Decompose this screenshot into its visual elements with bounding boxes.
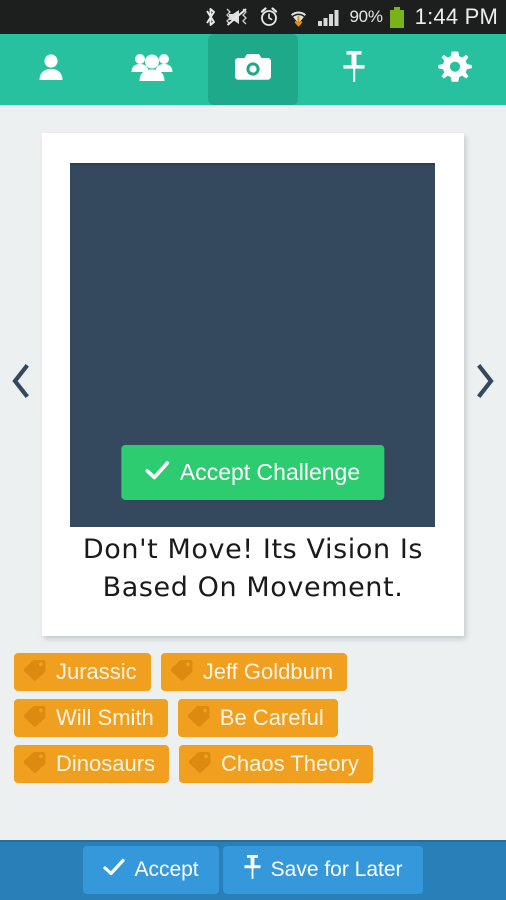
top-nav-bar	[0, 34, 506, 105]
tag-icon	[187, 751, 213, 778]
camera-icon	[234, 51, 272, 88]
accept-challenge-label: Accept Challenge	[179, 459, 361, 485]
nav-tab-friends[interactable]	[101, 34, 202, 105]
tag-item[interactable]: Will Smith	[14, 699, 168, 737]
tag-icon	[169, 659, 195, 686]
tag-item[interactable]: Jurassic	[14, 653, 151, 691]
tag-label: Jurassic	[56, 659, 137, 684]
chevron-right-icon	[474, 363, 496, 403]
tag-list: Jurassic Jeff Goldbum Will Smith Be Care…	[14, 653, 496, 783]
accept-button[interactable]: Accept	[83, 846, 219, 894]
status-bar: 90% 1:44 PM	[0, 0, 506, 34]
tag-label: Jeff Goldbum	[202, 659, 334, 684]
tag-item[interactable]: Dinosaurs	[14, 745, 170, 783]
tag-item[interactable]: Jeff Goldbum	[160, 653, 348, 691]
challenge-card: Accept Challenge Don't Move! Its Vision …	[42, 133, 464, 636]
tag-label: Be Careful	[219, 705, 324, 730]
nav-tab-settings[interactable]	[405, 34, 506, 105]
person-icon	[34, 50, 68, 89]
check-icon	[103, 858, 126, 882]
accept-button-label: Accept	[134, 858, 199, 881]
bluetooth-icon	[203, 5, 218, 29]
challenge-caption: Don't Move! Its Vision Is Based On Movem…	[82, 534, 424, 603]
chevron-left-icon	[10, 363, 32, 403]
tag-icon	[22, 705, 48, 732]
alarm-icon	[258, 5, 280, 29]
carousel-prev-button[interactable]	[0, 362, 42, 404]
tag-label: Chaos Theory	[221, 751, 359, 776]
signal-icon	[317, 5, 343, 29]
battery-icon	[389, 5, 404, 29]
tag-icon	[186, 705, 212, 732]
tag-icon	[22, 659, 48, 686]
pin-icon	[340, 49, 368, 90]
group-icon	[131, 50, 173, 89]
nav-tab-profile[interactable]	[0, 34, 101, 105]
tag-label: Will Smith	[56, 705, 154, 730]
carousel-next-button[interactable]	[464, 362, 506, 404]
accept-challenge-button[interactable]: Accept Challenge	[120, 445, 385, 500]
bottom-action-bar: Accept Save for Later	[0, 840, 506, 900]
battery-percent-label: 90%	[349, 7, 383, 26]
wifi-download-icon	[287, 5, 310, 29]
tag-item[interactable]: Chaos Theory	[179, 745, 373, 783]
mute-vibrate-icon	[225, 5, 251, 29]
clock-label: 1:44 PM	[414, 4, 498, 29]
tag-label: Dinosaurs	[56, 751, 156, 776]
gear-icon	[437, 49, 473, 90]
app-root: 90% 1:44 PM Accept Challenge Don't Move!…	[0, 0, 506, 900]
nav-tab-pinned[interactable]	[304, 34, 405, 105]
tag-icon	[22, 751, 48, 778]
nav-tab-camera[interactable]	[202, 34, 303, 105]
save-for-later-button-label: Save for Later	[270, 858, 403, 881]
save-for-later-button[interactable]: Save for Later	[222, 846, 423, 894]
tag-item[interactable]: Be Careful	[177, 699, 338, 737]
check-icon	[145, 459, 169, 486]
challenge-photo: Accept Challenge	[70, 163, 435, 527]
pin-icon	[243, 854, 262, 886]
